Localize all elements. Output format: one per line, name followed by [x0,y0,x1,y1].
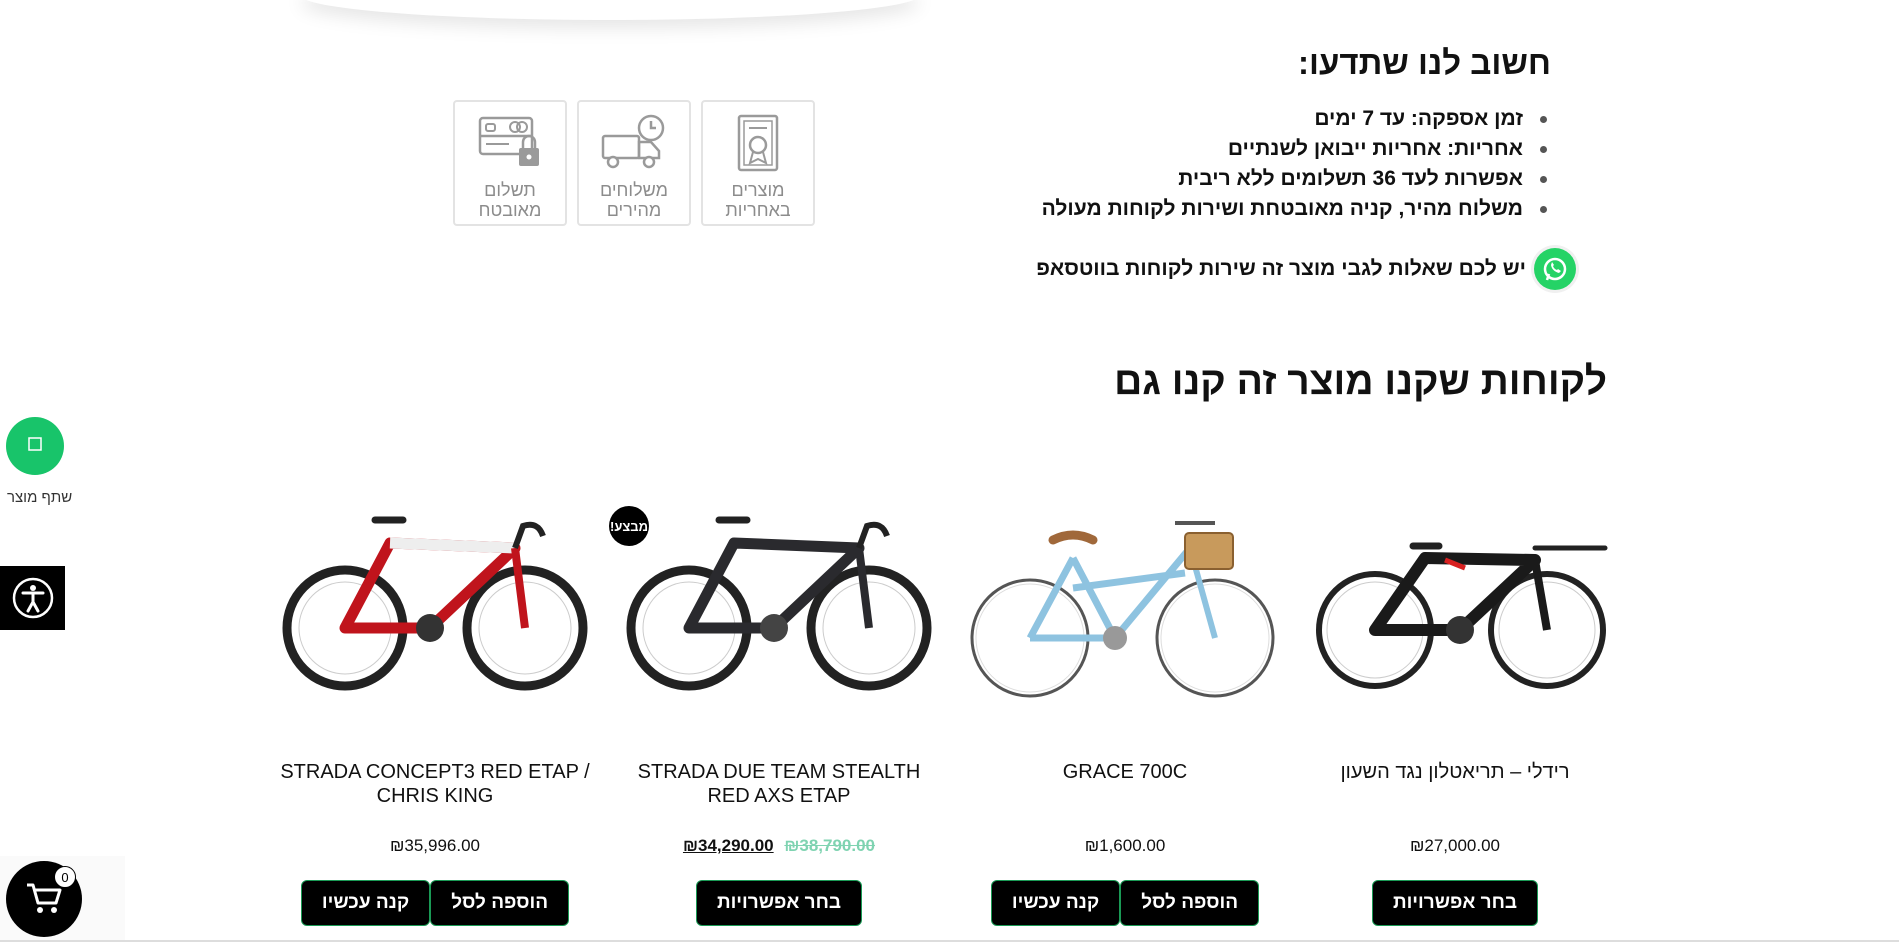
product-title[interactable]: רידלי – תריאטלון נגד השעון [1295,760,1615,784]
product-card[interactable]: GRACE 700C ₪1,600.00 קנה עכשיו הוספה לסל [965,498,1285,926]
badge-label: משלוחים מהירים [600,180,668,220]
share-label: שתף מוצר [7,489,73,506]
buy-now-button[interactable]: קנה עכשיו [300,880,431,926]
cart-icon [27,883,62,913]
info-bullet: זמן אספקה: עד 7 ימים [991,104,1551,134]
top-shadow-decoration [300,0,920,20]
sale-badge: מבצע! [609,506,649,546]
product-image[interactable] [1295,498,1615,738]
badge-warranty: מוצרים באחריות [701,100,815,226]
product-title[interactable]: GRACE 700C [965,760,1285,784]
product-title[interactable]: STRADA DUE TEAM STEALTH RED AXS ETAP [619,760,939,808]
badge-label: תשלום מאובטח [478,180,542,220]
product-info-block: חשוב לנו שתדעו: זמן אספקה: עד 7 ימים אחר… [991,38,1551,224]
product-image[interactable] [619,498,939,738]
info-bullet: אפשרות לעד 36 תשלומים ללא ריבית [991,164,1551,194]
accessibility-button[interactable] [0,566,65,630]
badge-fast-delivery: משלוחים מהירים [577,100,691,226]
accessibility-icon [12,577,53,619]
badge-label: מוצרים באחריות [725,180,791,220]
product-price: ₪35,996.00 [389,836,481,855]
trust-badges: תשלום מאובטח משלוחים מהירים מוצרים באחרי… [453,100,815,226]
product-image[interactable] [965,498,1285,738]
product-title[interactable]: STRADA CONCEPT3 RED ETAP / CHRIS KING [275,760,595,808]
info-title: חשוב לנו שתדעו: [1298,44,1551,81]
bicycle-image [282,516,588,691]
share-button[interactable] [6,417,64,475]
bicycle-image [626,516,932,691]
whatsapp-text: יש לכם שאלות לגבי מוצר זה שירות לקוחות ב… [1036,257,1526,280]
product-price: ₪27,000.00 [1409,836,1501,855]
info-bullet: אחריות: אחריות ייבואן לשנתיים [991,134,1551,164]
cart-count-badge: 0 [54,866,76,888]
badge-secure-payment: תשלום מאובטח [453,100,567,226]
info-bullet: משלוח מהיר, קניה מאובטחת ושירות לקוחות מ… [991,194,1551,224]
add-to-cart-button[interactable]: הוספה לסל [1120,880,1260,926]
bicycle-image [1316,542,1608,689]
price-old: ₪38,790.00 [784,836,876,855]
select-options-button[interactable]: בחר אפשרויות [695,880,863,926]
bicycle-image [970,521,1275,698]
product-card[interactable]: STRADA CONCEPT3 RED ETAP / CHRIS KING ₪3… [275,498,595,926]
whatsapp-link[interactable]: יש לכם שאלות לגבי מוצר זה שירות לקוחות ב… [1036,248,1576,290]
product-card[interactable]: רידלי – תריאטלון נגד השעון ₪27,000.00 בח… [1295,498,1615,926]
delivery-truck-icon [601,114,665,169]
price-new: ₪34,290.00 [682,836,774,855]
add-to-cart-button[interactable]: הוספה לסל [430,880,570,926]
certificate-icon [737,114,779,172]
secure-payment-icon [478,116,539,166]
product-price: ₪1,600.00 [1084,836,1166,855]
product-card[interactable]: מבצע! STRADA DUE TEAM STEALTH RED AXS ET… [609,498,939,926]
buy-now-button[interactable]: קנה עכשיו [990,880,1121,926]
info-list: זמן אספקה: עד 7 ימים אחריות: אחריות ייבו… [991,104,1551,224]
select-options-button[interactable]: בחר אפשרויות [1371,880,1539,926]
related-products-title: לקוחות שקנו מוצר זה קנו גם [1114,360,1607,403]
product-price: ₪34,290.00 ₪38,790.00 [619,836,939,856]
share-icon [27,436,43,457]
whatsapp-icon[interactable] [1534,248,1576,290]
product-image[interactable] [275,498,595,738]
